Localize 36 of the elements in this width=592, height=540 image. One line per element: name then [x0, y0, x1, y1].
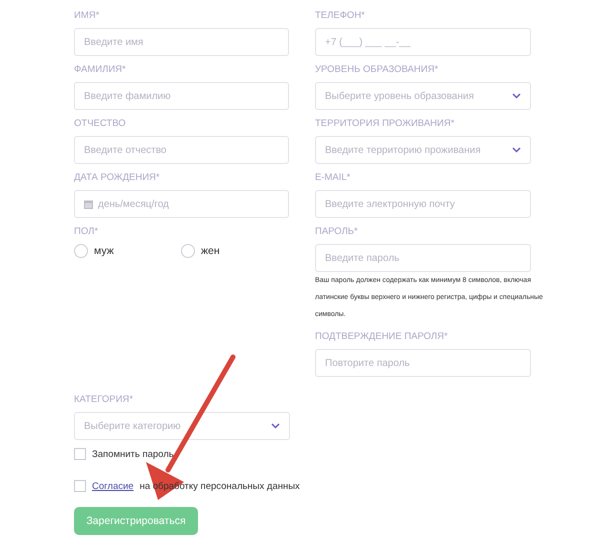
- consent-link[interactable]: Согласие: [92, 480, 134, 492]
- field-label: ДАТА РОЖДЕНИЯ*: [74, 172, 161, 184]
- select-field[interactable]: Выберите уровень образования: [315, 82, 531, 110]
- select-field[interactable]: Выберите категорию: [74, 412, 290, 440]
- checkbox-label: Запомнить пароль: [92, 448, 174, 460]
- input-field[interactable]: Введите пароль: [315, 244, 531, 272]
- radio-button[interactable]: [181, 244, 195, 258]
- field-label: ПОДТВЕРЖДЕНИЕ ПАРОЛЯ*: [315, 331, 449, 343]
- input-field[interactable]: Введите имя: [74, 28, 289, 56]
- field-label: КАТЕГОРИЯ*: [74, 394, 134, 406]
- chevron-down-icon: [512, 93, 521, 99]
- field-label: ПАРОЛЬ*: [315, 226, 359, 238]
- field-label: E-MAIL*: [315, 172, 352, 184]
- radio-label[interactable]: жен: [201, 245, 220, 257]
- field-label: ПОЛ*: [74, 226, 100, 238]
- field-label: ФАМИЛИЯ*: [74, 64, 127, 76]
- checkbox[interactable]: [74, 448, 86, 460]
- field-label: ТЕРРИТОРИЯ ПРОЖИВАНИЯ*: [315, 118, 456, 130]
- radio-button[interactable]: [74, 244, 88, 258]
- input-field[interactable]: +7 (___) ___ __-__: [315, 28, 531, 56]
- field-label: ИМЯ*: [74, 10, 100, 22]
- input-field[interactable]: Повторите пароль: [315, 349, 531, 377]
- chevron-down-icon: [512, 147, 521, 153]
- field-label: УРОВЕНЬ ОБРАЗОВАНИЯ*: [315, 64, 440, 76]
- select-field[interactable]: Введите территорию проживания: [315, 136, 531, 164]
- checkbox[interactable]: [74, 480, 86, 492]
- calendar-icon: [84, 200, 93, 208]
- radio-label[interactable]: муж: [94, 245, 114, 257]
- input-field[interactable]: Введите отчество: [74, 136, 289, 164]
- date-field[interactable]: день/месяц/год: [74, 190, 289, 218]
- register-button[interactable]: Зарегистрироваться: [74, 507, 198, 535]
- field-label: ОТЧЕСТВО: [74, 118, 127, 130]
- chevron-down-icon: [271, 423, 280, 429]
- field-label: ТЕЛЕФОН*: [315, 10, 366, 22]
- input-field[interactable]: Введите фамилию: [74, 82, 289, 110]
- input-field[interactable]: Введите электронную почту: [315, 190, 531, 218]
